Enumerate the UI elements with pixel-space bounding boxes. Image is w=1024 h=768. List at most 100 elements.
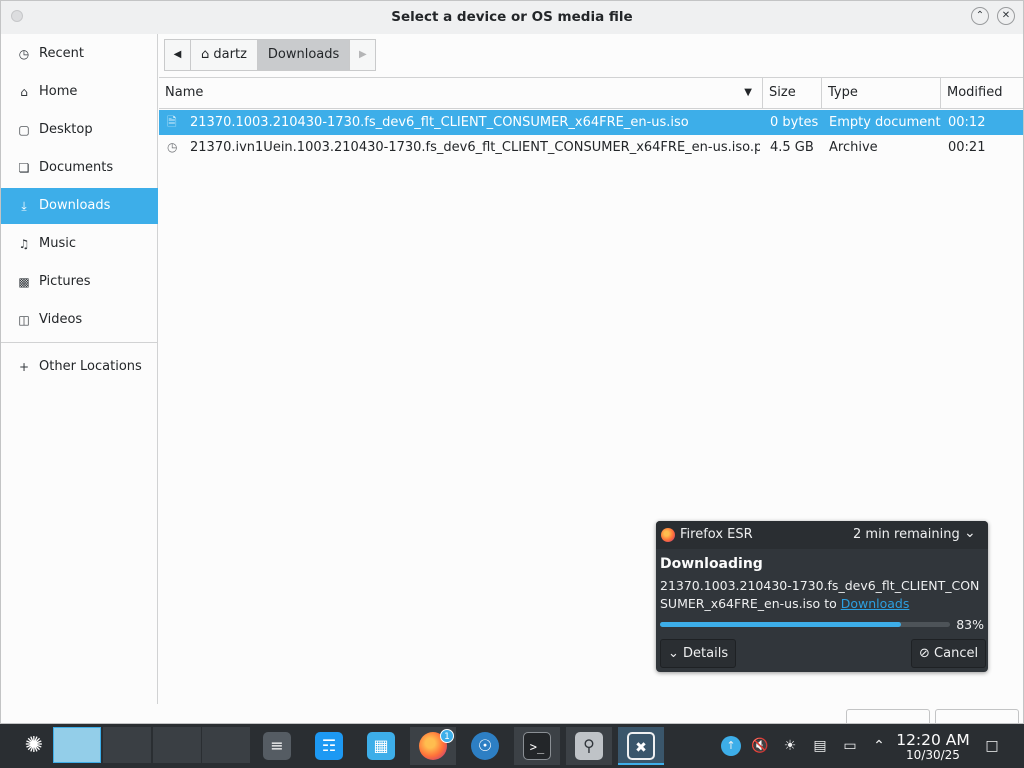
sidebar-item-label: Pictures [39, 274, 91, 289]
breadcrumb-home[interactable]: ⌂ dartz [190, 39, 258, 71]
minimize-button[interactable]: ⌃ [971, 7, 989, 25]
to-word: to [824, 596, 837, 611]
virtual-desktop-3[interactable] [153, 727, 201, 763]
clock-time[interactable]: 12:20 AM [892, 731, 974, 749]
plus-icon: + [18, 360, 30, 374]
input-method-icon[interactable]: ▤ [810, 736, 830, 756]
store-app[interactable]: ☶ [306, 727, 352, 765]
column-header-label: Size [769, 85, 796, 100]
column-header-label: Type [828, 85, 858, 100]
column-header-name[interactable]: Name ▼ [159, 78, 763, 109]
virtual-desktop-1[interactable] [53, 727, 101, 763]
sidebar-item-label: Documents [39, 160, 114, 175]
firefox-badge: 1 [440, 729, 454, 743]
volume-muted-icon[interactable]: 🔇 [750, 736, 770, 756]
file-icon: 🗎 [167, 115, 177, 129]
column-header-label: Modified [947, 85, 1003, 100]
virtual-desktop-4[interactable] [202, 727, 250, 763]
taskbar: ✺ ≡ ☶ ▦ 1 ☉ >_ ⚲ ✖ ↑ 🔇 ☀ ▤ ▭ ⌃ □ [0, 724, 1024, 768]
forward-button[interactable]: ▶ [349, 39, 377, 71]
show-hidden-icons-icon[interactable]: ⌃ [869, 736, 889, 756]
clock-icon: ◷ [18, 47, 30, 61]
window-menu-icon[interactable] [11, 10, 23, 22]
breadcrumb-home-label: dartz [213, 47, 247, 62]
column-header-size[interactable]: Size [763, 78, 822, 109]
table-row[interactable]: ◷ 21370.ivn1Uein.1003.210430-1730.fs_dev… [159, 135, 1023, 160]
sidebar-item-pictures[interactable]: ▩ Pictures [1, 264, 158, 300]
videos-icon: ◫ [18, 313, 30, 327]
virtual-desktop-2[interactable] [103, 727, 151, 763]
file-modified: 00:21 [948, 140, 986, 155]
details-label: Details [683, 646, 729, 661]
search-window-app[interactable]: ⚲ [566, 727, 612, 765]
updates-tray-icon[interactable]: ↑ [721, 736, 741, 756]
browser-globe-icon: ☉ [471, 732, 499, 760]
sort-descending-icon: ▼ [744, 87, 752, 98]
cancel-download-button[interactable]: ⊘ Cancel [911, 639, 987, 668]
time-remaining: 2 min remaining [853, 527, 960, 542]
breadcrumb-current-label: Downloads [267, 47, 340, 62]
sidebar-item-documents[interactable]: ❏ Documents [1, 150, 158, 186]
file-manager-icon: ▦ [367, 732, 395, 760]
sidebar-item-desktop[interactable]: ▢ Desktop [1, 112, 158, 148]
cancel-label: Cancel [934, 646, 979, 661]
browser-app[interactable]: ☉ [462, 727, 508, 765]
sidebar-item-downloads[interactable]: ⤓ Downloads [1, 188, 158, 224]
notification-title: Downloading [660, 556, 763, 572]
download-progress-percent: 83% [956, 617, 984, 632]
notification-body: 21370.1003.210430-1730.fs_dev6_flt_CLIEN… [660, 577, 982, 613]
file-name: 21370.1003.210430-1730.fs_dev6_flt_CLIEN… [190, 115, 689, 130]
file-modified: 00:12 [948, 115, 986, 130]
terminal-icon: >_ [523, 732, 551, 760]
column-header-type[interactable]: Type [822, 78, 941, 109]
sidebar-divider [1, 342, 158, 343]
sidebar-item-label: Recent [39, 46, 84, 61]
clock-icon: ◷ [167, 140, 178, 154]
close-button[interactable]: ✕ [997, 7, 1015, 25]
table-row[interactable]: 🗎 21370.1003.210430-1730.fs_dev6_flt_CLI… [159, 110, 1023, 135]
file-type: Empty document [829, 115, 941, 130]
breadcrumb-current[interactable]: Downloads [256, 39, 351, 71]
sidebar-item-label: Home [39, 84, 78, 99]
sidebar-item-recent[interactable]: ◷ Recent [1, 36, 158, 72]
store-icon: ☶ [315, 732, 343, 760]
column-header-modified[interactable]: Modified [941, 78, 1023, 109]
home-icon: ⌂ [201, 47, 210, 62]
file-manager-app[interactable]: ▦ [358, 727, 404, 765]
downloads-link[interactable]: Downloads [841, 596, 910, 611]
settings-icon: ≡ [263, 732, 291, 760]
clock-date[interactable]: 10/30/25 [892, 748, 974, 762]
download-progress-bar [660, 622, 950, 627]
dialog-cancel-button[interactable] [846, 709, 930, 723]
notification-app-name: Firefox ESR [680, 527, 753, 542]
settings-app[interactable]: ≡ [254, 727, 300, 765]
back-button[interactable]: ◀ [164, 39, 191, 71]
pictures-icon: ▩ [18, 275, 30, 289]
app-launcher-icon[interactable]: ✺ [20, 732, 48, 760]
details-button[interactable]: ⌄ Details [660, 639, 737, 668]
sidebar-item-label: Videos [39, 312, 83, 327]
sidebar-item-music[interactable]: ♫ Music [1, 226, 158, 262]
places-sidebar: ◷ Recent ⌂ Home ▢ Desktop ❏ Documents ⤓ … [1, 34, 158, 704]
show-desktop-icon[interactable]: □ [982, 736, 1002, 756]
network-icon[interactable]: ▭ [840, 736, 860, 756]
file-size: 0 bytes [770, 115, 819, 130]
documents-icon: ❏ [18, 161, 30, 175]
chevron-down-icon: ⌄ [668, 646, 679, 661]
search-window-icon: ⚲ [575, 732, 603, 760]
sidebar-item-label: Downloads [39, 198, 111, 213]
sidebar-item-videos[interactable]: ◫ Videos [1, 302, 158, 338]
screenshot-app[interactable]: ✖ [618, 727, 664, 765]
terminal-app[interactable]: >_ [514, 727, 560, 765]
sidebar-item-other-locations[interactable]: + Other Locations [1, 349, 158, 385]
cancel-icon: ⊘ [919, 646, 930, 661]
brightness-icon[interactable]: ☀ [780, 736, 800, 756]
firefox-app[interactable]: 1 [410, 727, 456, 765]
collapse-chevron-icon[interactable]: ⌄ [964, 525, 976, 541]
file-name: 21370.ivn1Uein.1003.210430-1730.fs_dev6_… [190, 140, 760, 155]
title-bar: Select a device or OS media file ⌃ ✕ [1, 1, 1023, 34]
desktop-icon: ▢ [18, 123, 30, 137]
notification-header: Firefox ESR 2 min remaining ⌄ [656, 521, 988, 549]
sidebar-item-home[interactable]: ⌂ Home [1, 74, 158, 110]
dialog-open-button[interactable] [935, 709, 1019, 723]
